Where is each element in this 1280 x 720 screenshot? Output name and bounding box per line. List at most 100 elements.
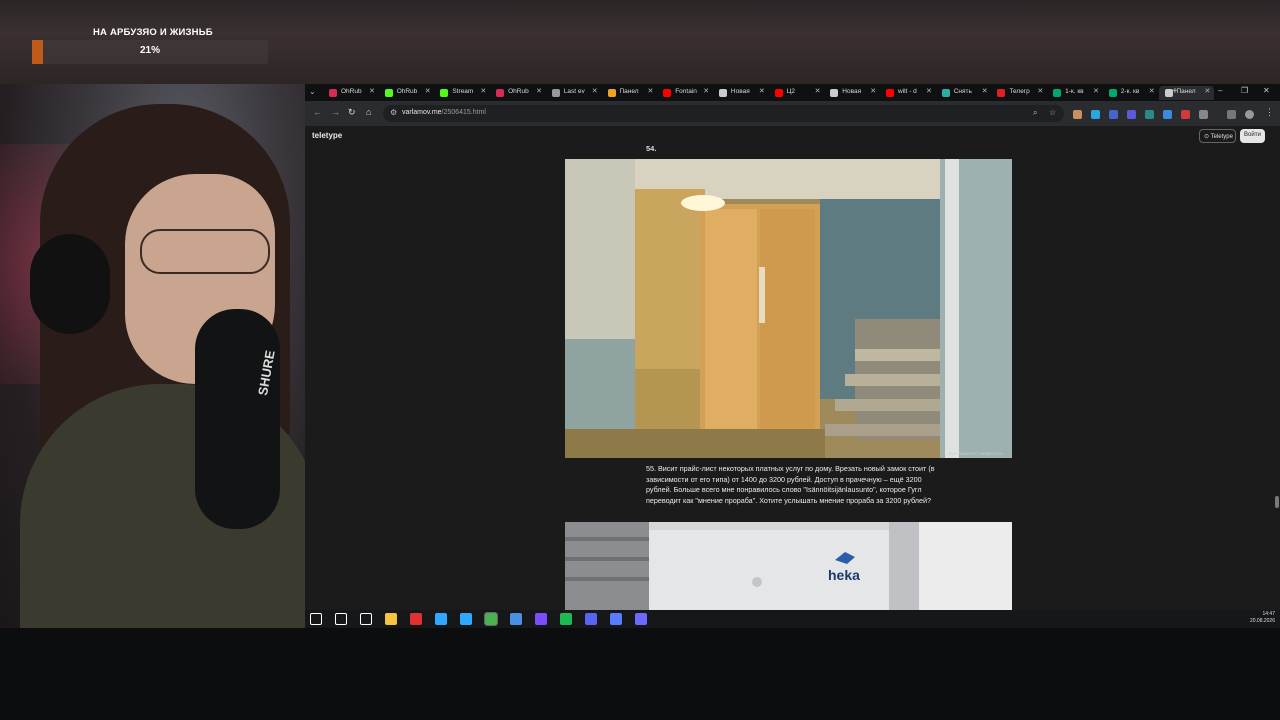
section-number: 54. xyxy=(646,144,657,153)
profile-avatar[interactable] xyxy=(1245,110,1254,119)
app-icon[interactable] xyxy=(510,613,522,625)
tab-title: 2-к. кв xyxy=(1120,88,1140,95)
tab-title: Last ev xyxy=(563,88,585,95)
tab-close-icon[interactable]: ✕ xyxy=(1037,87,1043,95)
tab-favicon-icon xyxy=(440,89,449,97)
search-icon[interactable] xyxy=(335,613,347,625)
microphone xyxy=(195,309,280,529)
tab-close-icon[interactable]: ✕ xyxy=(425,87,431,95)
tab-favicon-icon xyxy=(941,89,950,97)
url-host: varlamov.me xyxy=(402,109,442,116)
browser-tab[interactable]: 2-к. кв ✕ xyxy=(1103,86,1158,100)
tab-close-icon[interactable]: ✕ xyxy=(1093,87,1099,95)
scrollbar-thumb[interactable] xyxy=(1275,496,1279,508)
windows-taskbar: 14:47 20.08.2026 xyxy=(305,610,1280,628)
tab-title: wilt - d xyxy=(898,88,917,95)
browser-tab[interactable]: OhRub ✕ xyxy=(379,86,434,100)
reload-icon[interactable]: ↻ xyxy=(348,107,356,118)
browser-tab[interactable]: OhRub ✕ xyxy=(323,86,378,100)
tab-close-icon[interactable]: ✕ xyxy=(480,87,486,95)
tab-close-icon[interactable]: ✕ xyxy=(703,87,709,95)
lightroom-icon[interactable] xyxy=(435,613,447,625)
photoshop-icon[interactable] xyxy=(460,613,472,625)
teletype-button[interactable]: ⊙ Teletype xyxy=(1199,129,1236,143)
tab-title: Новая xyxy=(842,88,862,95)
bookmark-star-icon[interactable]: ☆ xyxy=(1049,108,1056,117)
app-icon[interactable] xyxy=(535,613,547,625)
tab-title: Новая xyxy=(730,88,750,95)
stream-overlay: НА АРБУЗЯО И ЖИЗНЬБ 21% xyxy=(0,0,1280,84)
extension-icon[interactable] xyxy=(1073,110,1082,119)
browser-tab[interactable]: Ц2 ✕ xyxy=(769,86,824,100)
minimize-button[interactable]: – xyxy=(1218,86,1222,95)
browser-tab[interactable]: OhRub ✕ xyxy=(490,86,545,100)
extension-icon[interactable] xyxy=(1127,110,1136,119)
zoom-icon[interactable]: ⌕ xyxy=(1033,108,1037,118)
tab-search-icon[interactable]: ⌄ xyxy=(309,87,316,96)
tab-close-icon[interactable]: ✕ xyxy=(1149,87,1155,95)
article-photo-sign: heka xyxy=(565,522,1012,610)
tab-title: Панел xyxy=(619,88,639,95)
site-info-icon[interactable]: ⚙ xyxy=(390,108,397,117)
tab-close-icon[interactable]: ✕ xyxy=(592,87,598,95)
url-path: /2506415.html xyxy=(441,109,486,116)
browser-tab[interactable]: Телегр ✕ xyxy=(991,86,1046,100)
browser-tab[interactable]: Панел ✕ xyxy=(1158,86,1214,100)
browser-tab[interactable]: Панел ✕ xyxy=(602,86,657,100)
extension-icon[interactable] xyxy=(1163,110,1172,119)
app-icon[interactable] xyxy=(610,613,622,625)
tab-favicon-icon xyxy=(774,89,783,97)
tab-close-icon[interactable]: ✕ xyxy=(369,87,375,95)
tab-close-icon[interactable]: ✕ xyxy=(536,87,542,95)
extension-icon[interactable] xyxy=(1091,110,1100,119)
web-page: teletype ⊙ Teletype Войти 54. Ilya Varla… xyxy=(305,126,1280,610)
system-clock[interactable]: 14:47 20.08.2026 xyxy=(1245,611,1275,625)
discord-icon[interactable] xyxy=(585,613,597,625)
tab-close-icon[interactable]: ✕ xyxy=(815,87,821,95)
tab-close-icon[interactable]: ✕ xyxy=(1205,87,1211,95)
extension-icon[interactable] xyxy=(1181,110,1190,119)
extension-icon[interactable] xyxy=(1145,110,1154,119)
address-bar[interactable]: ⚙ varlamov.me/2506415.html ⌕ ☆ xyxy=(383,105,1064,122)
browser-tab[interactable]: Stream ✕ xyxy=(434,86,489,100)
extension-icon[interactable] xyxy=(1109,110,1118,119)
spotify-icon[interactable] xyxy=(560,613,572,625)
close-window-button[interactable]: ✕ xyxy=(1263,86,1270,95)
back-icon[interactable]: ← xyxy=(313,107,322,117)
browser-tab[interactable]: 1-к. кв ✕ xyxy=(1047,86,1102,100)
tab-close-icon[interactable]: ✕ xyxy=(648,87,654,95)
tab-strip: ⌄ OhRub ✕ OhRub ✕ Stream ✕ OhRub ✕ Last ev ✕ Панел… xyxy=(305,84,1280,101)
tab-close-icon[interactable]: ✕ xyxy=(982,87,988,95)
browser-tab[interactable]: Новая ✕ xyxy=(713,86,768,100)
glasses xyxy=(140,229,270,274)
browser-tab[interactable]: Fontain ✕ xyxy=(657,86,712,100)
app-icon[interactable] xyxy=(635,613,647,625)
login-button[interactable]: Войти xyxy=(1240,129,1265,143)
tab-title: Fontain xyxy=(675,88,697,95)
browser-tab[interactable]: Last ev ✕ xyxy=(546,86,601,100)
extensions-puzzle-icon[interactable] xyxy=(1199,110,1208,119)
browser-tab[interactable]: Снять ✕ xyxy=(936,86,991,100)
app-icon[interactable] xyxy=(410,613,422,625)
restore-button[interactable]: ❐ xyxy=(1241,86,1248,95)
tab-close-icon[interactable]: ✕ xyxy=(870,87,876,95)
url-text[interactable]: varlamov.me/2506415.html xyxy=(402,109,486,116)
browser-tab[interactable]: Новая ✕ xyxy=(824,86,879,100)
tab-close-icon[interactable]: ✕ xyxy=(759,87,765,95)
browser-tab[interactable]: wilt - d ✕ xyxy=(880,86,935,100)
goal-progress-bar: 21% xyxy=(32,40,268,64)
downloads-icon[interactable] xyxy=(1227,110,1236,119)
stream-bottom-bar xyxy=(0,628,1280,720)
tab-close-icon[interactable]: ✕ xyxy=(926,87,932,95)
photo-credit: Ilya Varlamov | varlamov.ru xyxy=(949,451,1003,456)
teletype-logo[interactable]: teletype xyxy=(312,131,342,140)
task-view-icon[interactable] xyxy=(360,613,372,625)
new-tab-button[interactable]: + xyxy=(1172,86,1178,97)
file-explorer-icon[interactable] xyxy=(385,613,397,625)
menu-kebab-icon[interactable]: ⋮ xyxy=(1265,107,1274,118)
chrome-icon[interactable] xyxy=(484,612,498,626)
forward-icon[interactable]: → xyxy=(331,107,340,117)
home-icon[interactable]: ⌂ xyxy=(366,107,371,117)
windows-start-icon[interactable] xyxy=(310,613,322,625)
article-photo-stairwell: Ilya Varlamov | varlamov.ru xyxy=(565,159,1012,458)
